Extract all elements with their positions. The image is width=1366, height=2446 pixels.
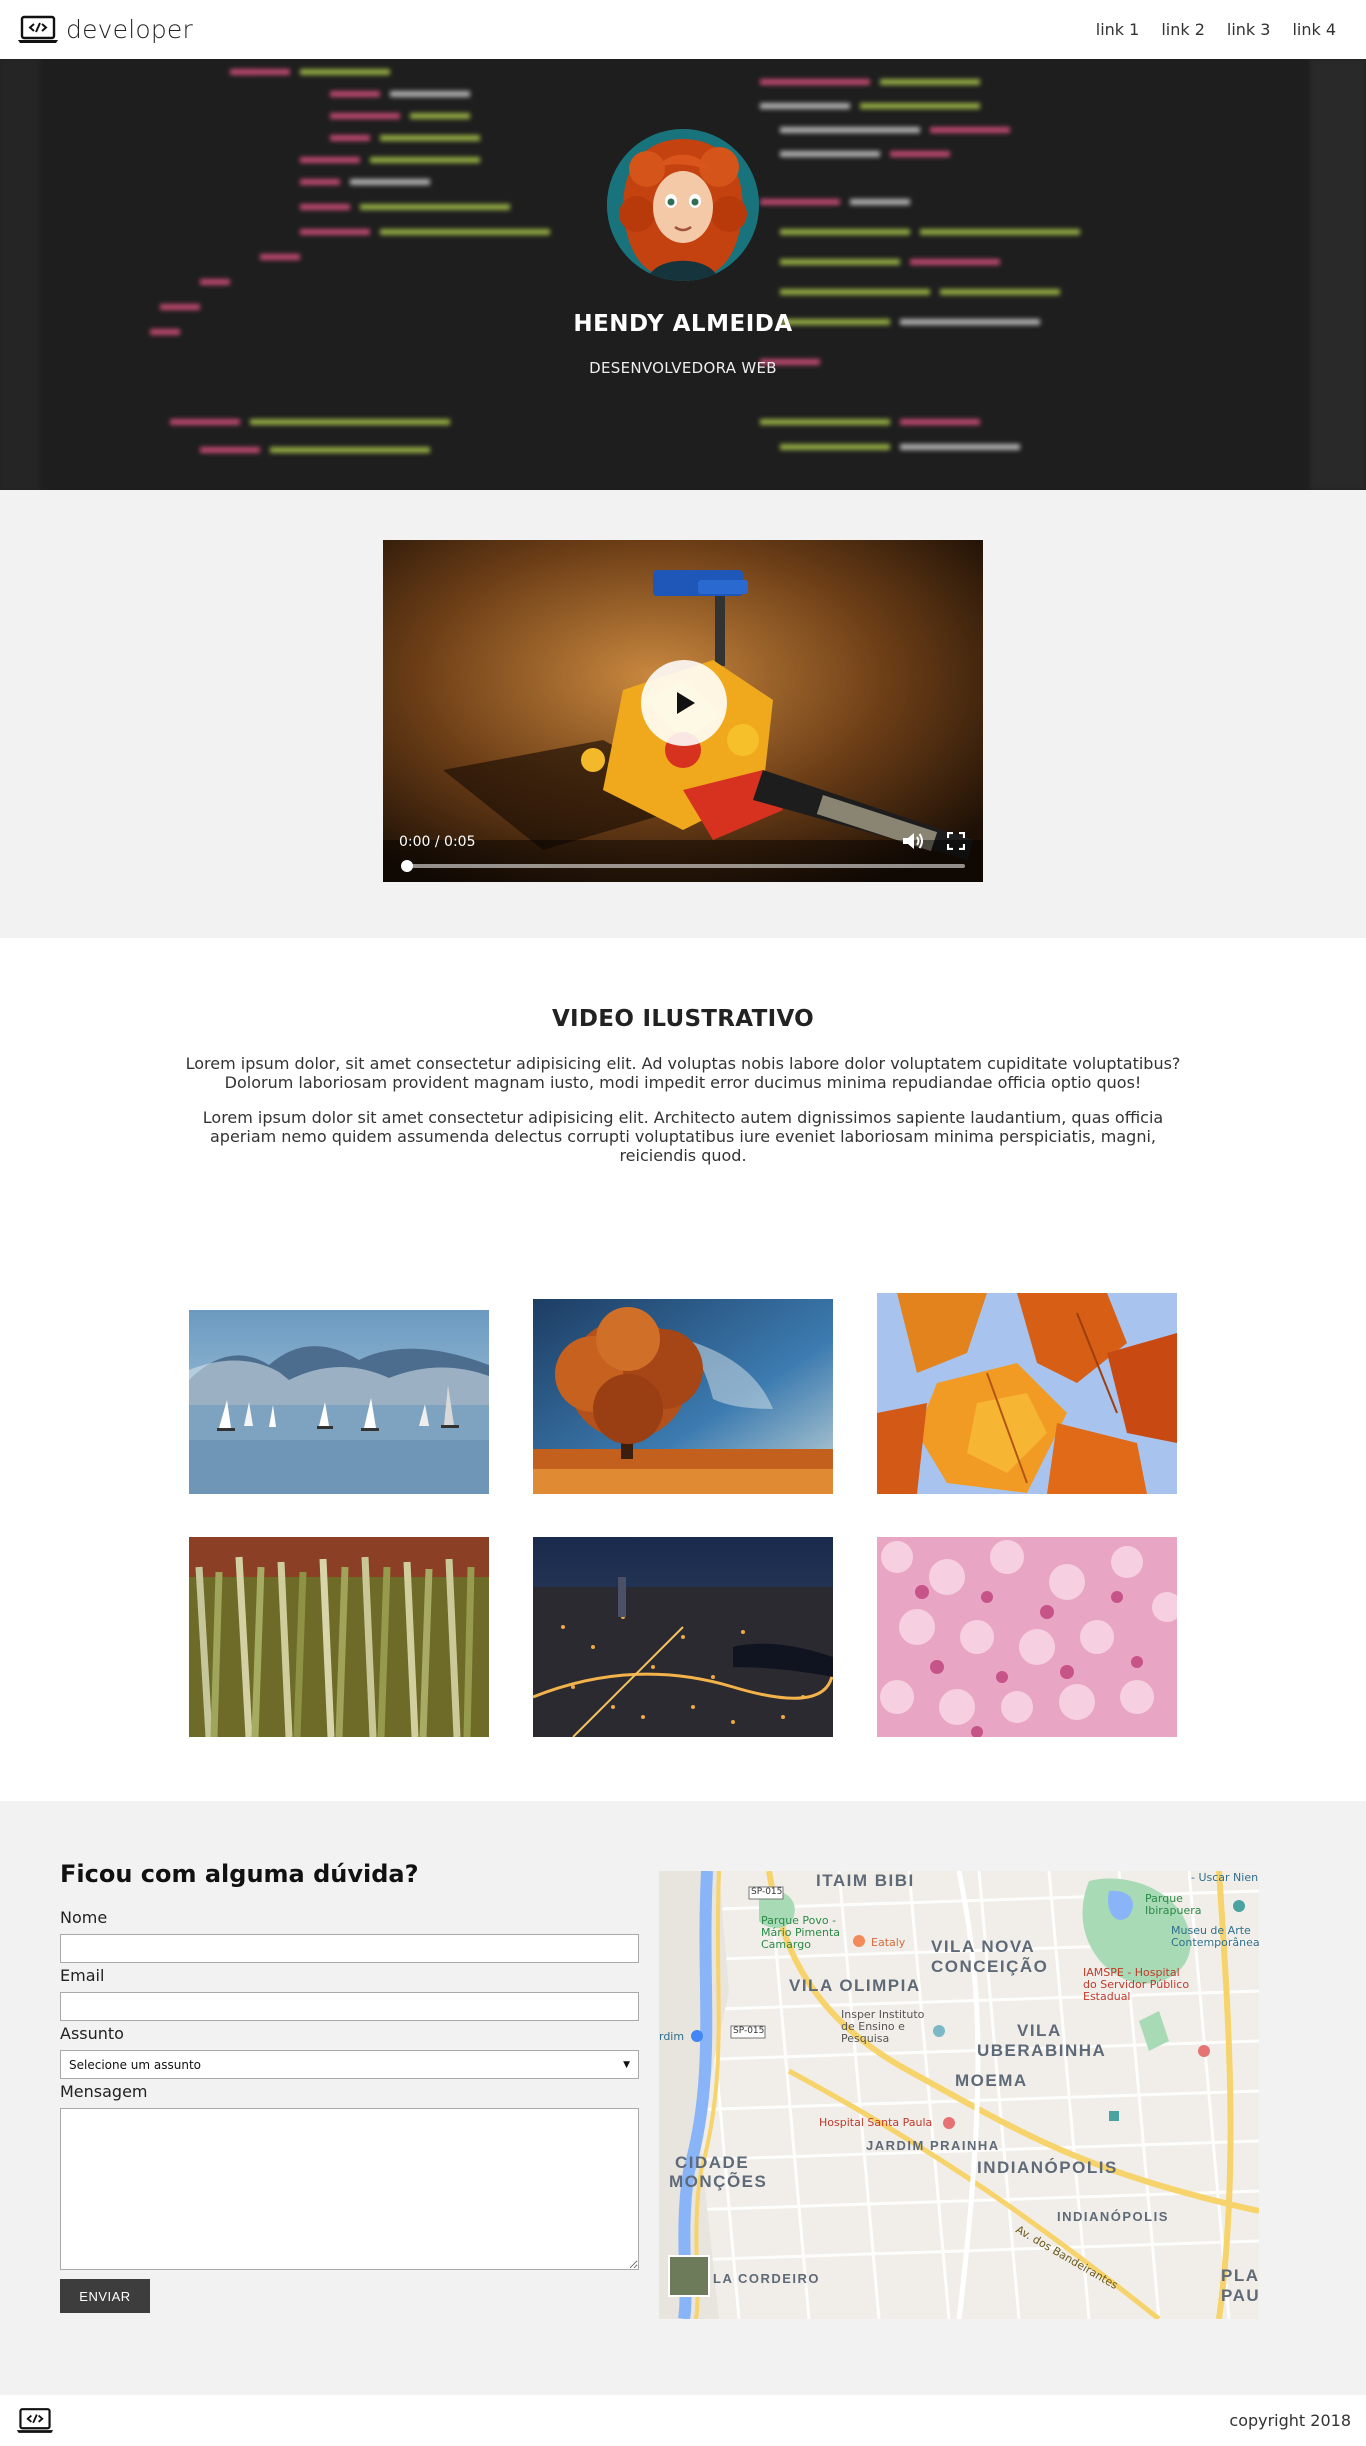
volume-icon[interactable] xyxy=(901,830,925,852)
gallery-image-tree[interactable] xyxy=(533,1299,833,1494)
nav-link-4[interactable]: link 4 xyxy=(1292,20,1336,39)
footer: copyright 2018 xyxy=(0,2395,1366,2446)
subject-selected-value: Selecione um assunto xyxy=(69,2057,202,2072)
city-night-photo xyxy=(533,1537,833,1737)
avatar-illustration xyxy=(607,129,759,281)
contact-title: Ficou com alguma dúvida? xyxy=(60,1860,419,1888)
map-poi-museu: Museu de Arte Contemporânea xyxy=(1171,1924,1259,1949)
image-gallery xyxy=(0,1231,1366,1801)
hero-name: HENDY ALMEIDA xyxy=(573,311,793,337)
gallery-image-city[interactable] xyxy=(533,1537,833,1737)
profile-avatar xyxy=(607,129,759,281)
map-label-jardim-prainha: JARDIM PRAINHA xyxy=(866,2138,1000,2153)
paragraph-2: Lorem ipsum dolor sit amet consectetur a… xyxy=(202,1108,1164,1165)
map-poi-parque-povo: Parque Povo - Mário Pimenta Camargo xyxy=(761,1914,840,1951)
video-section: 0:00 / 0:05 xyxy=(0,490,1366,938)
video-progress-knob[interactable] xyxy=(401,860,413,872)
section-title: VIDEO ILUSTRATIVO xyxy=(551,1006,815,1032)
map-road-sp015-1: SP-015 xyxy=(751,1887,783,1897)
play-icon xyxy=(677,692,695,714)
map-poi-hospital-santa-paula: Hospital Santa Paula xyxy=(819,2116,933,2129)
send-button[interactable]: ENVIAR xyxy=(60,2279,150,2313)
map-label-conceicao: CONCEIÇÃO xyxy=(931,1957,1049,1976)
map-road-sp015-2: SP-015 xyxy=(733,2026,765,2036)
map-label-itaim-bibi: ITAIM BIBI xyxy=(816,1871,915,1890)
laptop-code-icon xyxy=(18,15,58,43)
play-button[interactable] xyxy=(641,660,727,746)
email-label: Email xyxy=(60,1966,105,1985)
map-poi-iamspe: IAMSPE - Hospital do Servidor Público Es… xyxy=(1083,1966,1190,2003)
gallery-image-grass[interactable] xyxy=(189,1537,489,1737)
message-textarea[interactable] xyxy=(60,2108,639,2270)
hero-banner: HENDY ALMEIDA DESENVOLVEDORA WEB xyxy=(0,59,1366,490)
name-input[interactable] xyxy=(60,1934,639,1963)
nav-link-3[interactable]: link 3 xyxy=(1227,20,1271,39)
contact-section: Ficou com alguma dúvida? Nome Email Assu… xyxy=(0,1801,1366,2395)
map-poi-uscar-nien: - Uscar Nien xyxy=(1191,1871,1259,1884)
map-label-pla: PLA xyxy=(1221,2266,1259,2285)
subject-select[interactable]: Selecione um assunto ▼ xyxy=(60,2050,639,2079)
map-poi-jardim: rdim xyxy=(659,2030,685,2043)
name-label: Nome xyxy=(60,1908,108,1927)
autumn-tree-photo xyxy=(533,1299,833,1494)
grass-photo xyxy=(189,1537,489,1737)
gallery-image-leaves[interactable] xyxy=(877,1293,1177,1494)
nav-link-2[interactable]: link 2 xyxy=(1161,20,1205,39)
subject-label: Assunto xyxy=(60,2024,124,2043)
map-poi-eataly: Eataly xyxy=(871,1936,906,1949)
map-label-pau: PAU xyxy=(1221,2286,1259,2305)
map-label-cidade: CIDADE xyxy=(675,2153,750,2172)
map-label-vila-olimpia: VILA OLIMPIA xyxy=(789,1976,921,1995)
email-input[interactable] xyxy=(60,1992,639,2021)
map-embed[interactable]: ITAIM BIBI VILA NOVA CONCEIÇÃO VILA OLIM… xyxy=(659,1871,1259,2319)
top-navbar: developer link 1 link 2 link 3 link 4 xyxy=(0,0,1366,59)
brand-name: developer xyxy=(66,15,193,44)
video-progress-bar[interactable] xyxy=(401,860,965,872)
copyright-text: copyright 2018 xyxy=(1229,2411,1351,2430)
laptop-code-icon[interactable] xyxy=(15,2407,55,2435)
map-label-la-cordeiro: LA CORDEIRO xyxy=(713,2271,821,2286)
gallery-image-flowers[interactable] xyxy=(877,1537,1177,1737)
video-time: 0:00 / 0:05 xyxy=(399,834,476,850)
brand[interactable]: developer xyxy=(16,15,193,45)
nav-link-1[interactable]: link 1 xyxy=(1096,20,1140,39)
map-label-indianopolis: INDIANÓPOLIS xyxy=(977,2158,1118,2177)
autumn-leaves-photo xyxy=(877,1293,1177,1494)
map-label-moema: MOEMA xyxy=(955,2071,1028,2090)
map-poi-insper: Insper Instituto de Ensino e Pesquisa xyxy=(841,2008,925,2045)
hero-role: DESENVOLVEDORA WEB xyxy=(589,359,777,377)
map-label-vila: VILA xyxy=(1017,2021,1062,2040)
video-player[interactable]: 0:00 / 0:05 xyxy=(383,540,983,882)
sailboats-photo xyxy=(189,1310,489,1494)
text-section: VIDEO ILUSTRATIVO Lorem ipsum dolor, sit… xyxy=(0,938,1366,1233)
dropdown-arrow-icon: ▼ xyxy=(623,2059,630,2070)
map-poi-parque-ibirapuera: Parque Ibirapuera xyxy=(1145,1892,1202,1917)
map-label-indianopolis-2: INDIANÓPOLIS xyxy=(1057,2209,1169,2224)
message-label: Mensagem xyxy=(60,2082,148,2101)
gallery-image-sailboats[interactable] xyxy=(189,1310,489,1494)
fullscreen-icon[interactable] xyxy=(947,832,965,850)
nav-links: link 1 link 2 link 3 link 4 xyxy=(1096,20,1336,39)
map-label-vila-nova: VILA NOVA xyxy=(931,1937,1036,1956)
map-label-moncoes: MONÇÕES xyxy=(669,2172,768,2191)
pink-flowers-photo xyxy=(877,1537,1177,1737)
paragraph-1: Lorem ipsum dolor, sit amet consectetur … xyxy=(185,1054,1181,1092)
map-label-uberabinha: UBERABINHA xyxy=(977,2041,1107,2060)
